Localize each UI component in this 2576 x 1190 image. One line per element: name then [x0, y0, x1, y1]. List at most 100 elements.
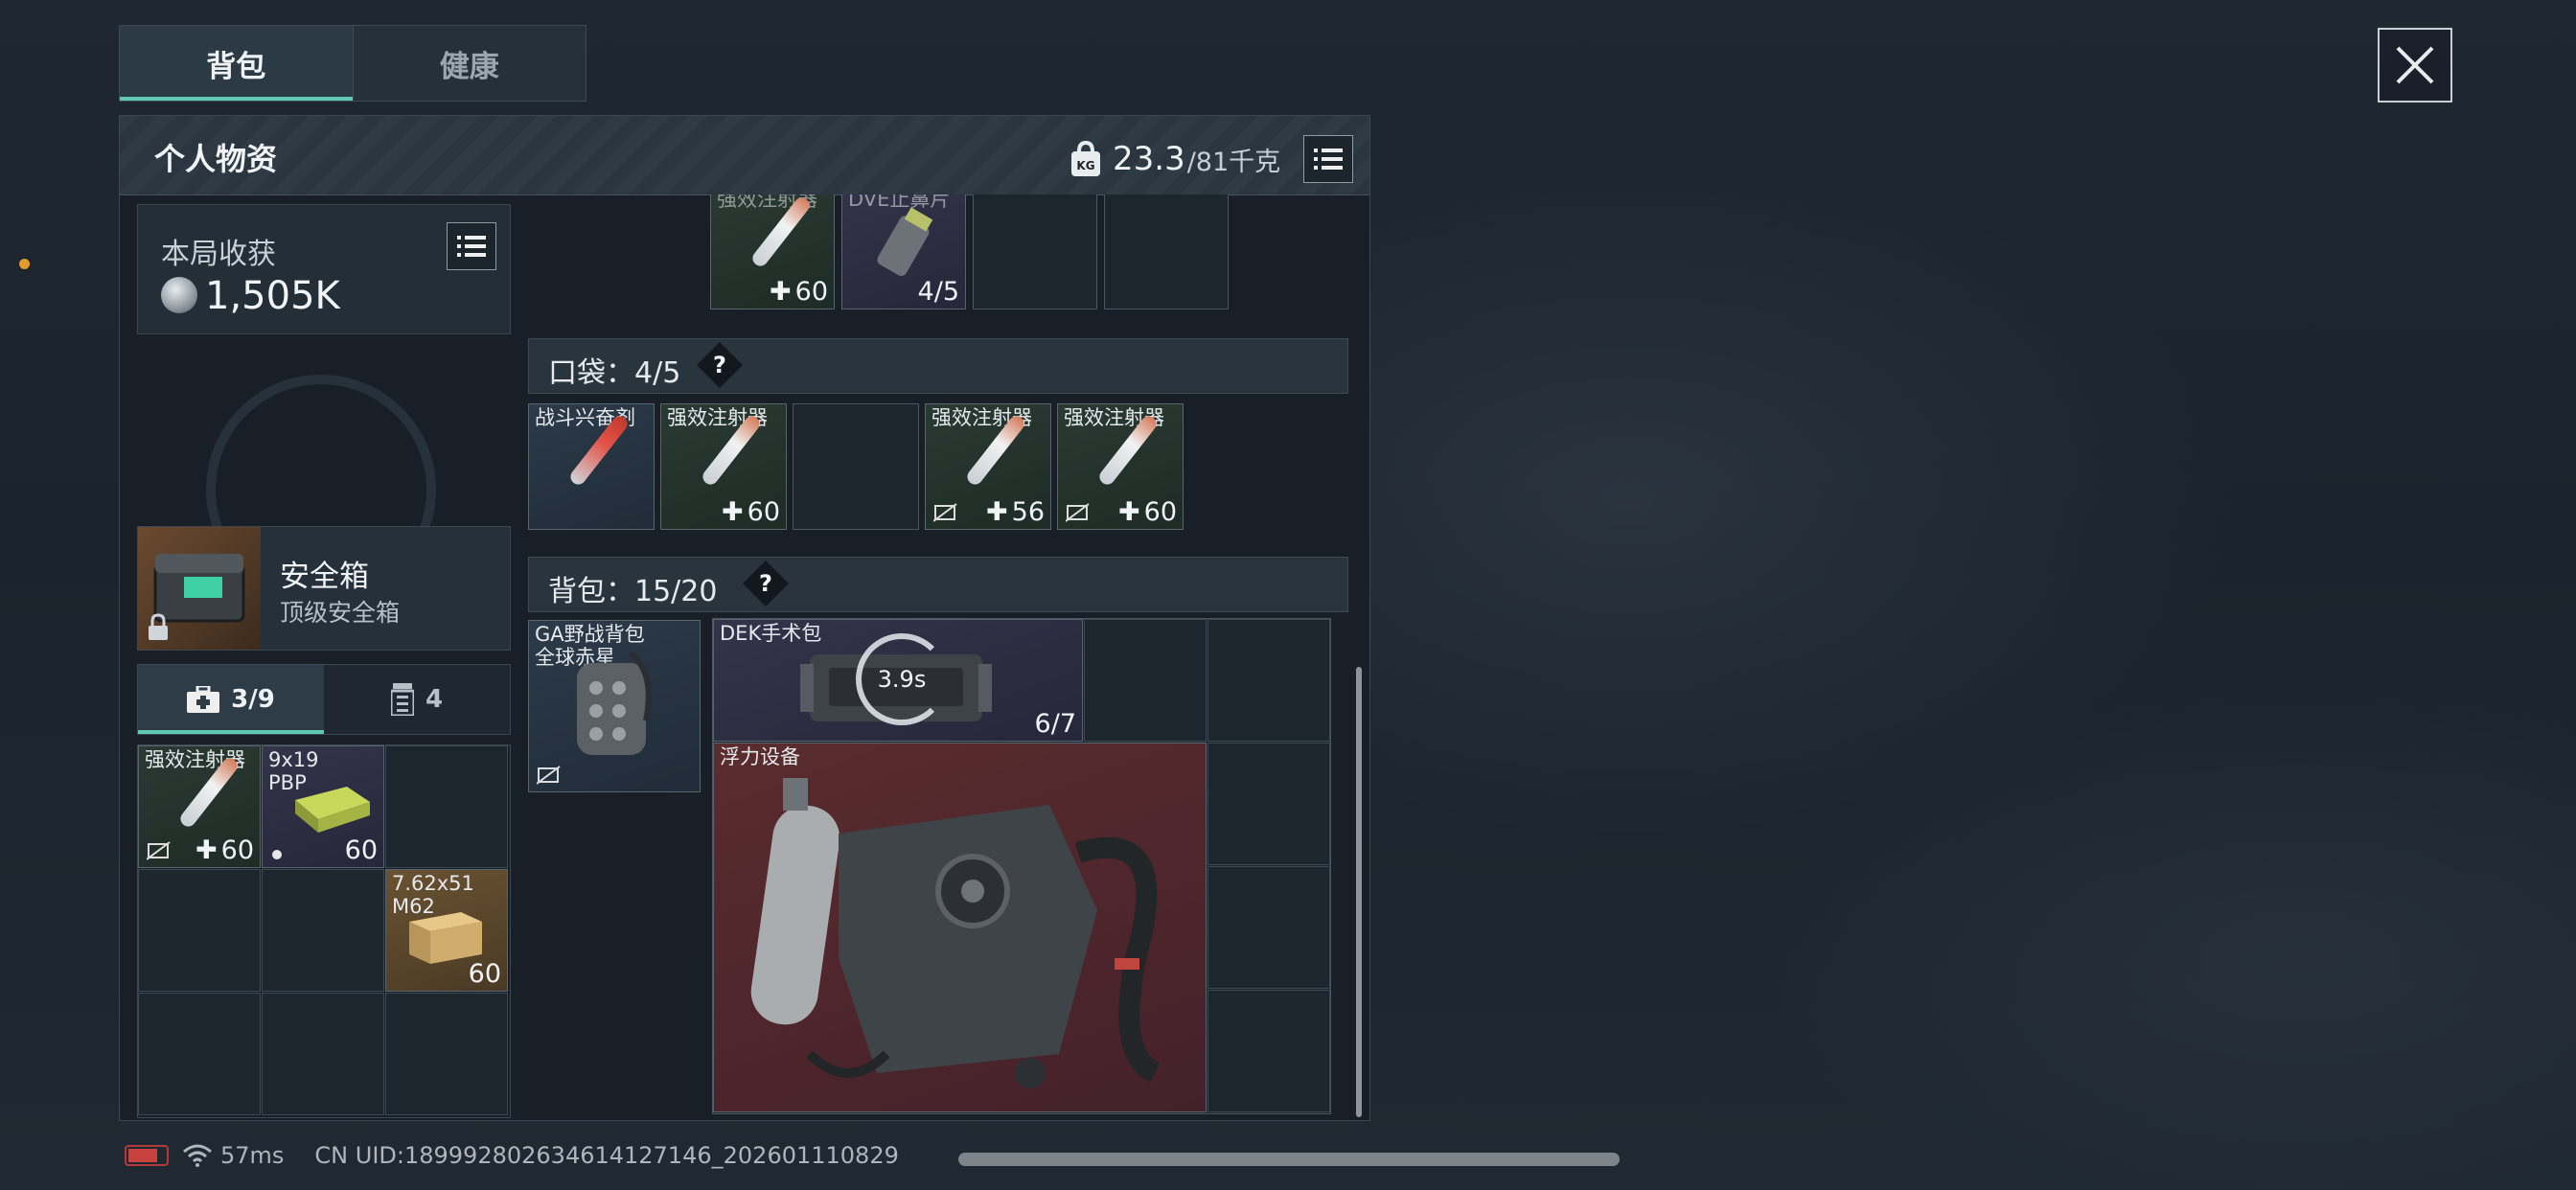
safe-box-subtitle: 顶级安全箱 — [280, 599, 401, 627]
grid-cell[interactable] — [138, 993, 261, 1115]
item-9x19-pbp[interactable]: 9x19 PBP 60 — [262, 745, 384, 868]
grid-cell[interactable] — [1084, 619, 1207, 742]
item-count: 60 — [794, 277, 828, 307]
medkit-icon — [187, 686, 220, 713]
buoyancy-device-icon — [750, 778, 1161, 1088]
grid-cell[interactable] — [1104, 195, 1229, 309]
item-count: 4/5 — [917, 277, 959, 307]
no-drop-icon — [1066, 503, 1090, 522]
help-icon: ? — [713, 351, 726, 378]
backpack-grid: DEK手术包 3.9s 6/7 浮力设备 — [712, 618, 1331, 1114]
canister-icon — [877, 207, 933, 277]
lock-icon — [149, 613, 168, 640]
item-count: 60 — [468, 959, 501, 989]
equipped-backpack-slot[interactable]: GA野战背包 全球赤星 — [528, 620, 701, 792]
pocket-help-button[interactable]: ? — [696, 341, 744, 389]
item-strong-syringe[interactable]: 强效注射器 ✚ 60 — [710, 195, 835, 309]
user-uid: CN UID:18999280263461412714​6_2026011108… — [314, 1142, 899, 1169]
use-timer-text: 3.9s — [877, 666, 927, 693]
grid-cell[interactable] — [1208, 619, 1330, 742]
pocket-grid: 战斗兴奋剂 强效注射器 ✚ 60 强效注射器 ✚ 56 强效注射器 ✚ 60 — [528, 403, 1199, 530]
safe-box-image — [138, 527, 261, 650]
grid-cell[interactable] — [138, 869, 261, 992]
item-count: 60 — [1143, 497, 1177, 527]
grid-cell[interactable] — [973, 195, 1097, 309]
help-icon: ? — [759, 569, 772, 597]
item-762x51-m62[interactable]: 7.62x51 M62 60 — [385, 869, 508, 992]
item-dek-surgery-kit[interactable]: DEK手术包 3.9s 6/7 — [713, 619, 1083, 742]
plus-icon: ✚ — [986, 497, 1008, 527]
coin-icon — [161, 277, 197, 313]
safe-box-tabs: 3/9 4 — [137, 664, 511, 735]
grid-cell[interactable] — [385, 993, 508, 1115]
grid-cell[interactable] — [1208, 866, 1330, 989]
bullet-icon — [272, 850, 282, 859]
inventory-tabs: 背包 健康 — [119, 25, 586, 102]
backpack-help-button[interactable]: ? — [742, 560, 790, 607]
item-combat-stimulant[interactable]: 战斗兴奋剂 — [528, 403, 655, 530]
list-icon — [1314, 149, 1344, 170]
item-strong-syringe[interactable]: 强效注射器 ✚ 60 — [660, 403, 787, 530]
item-count: 60 — [747, 497, 780, 527]
session-loot-label: 本局收获 — [161, 238, 276, 271]
safe-box-slot[interactable]: 安全箱 顶级安全箱 — [137, 526, 511, 651]
panel-title: 个人物资 — [154, 141, 278, 177]
loot-list-button[interactable] — [447, 222, 496, 270]
plus-icon: ✚ — [1118, 497, 1140, 527]
kg-weight-icon: KG — [1071, 140, 1100, 176]
weight-max: /81千克 — [1186, 147, 1281, 177]
item-name: 浮力设备 — [720, 745, 800, 768]
grid-cell[interactable] — [385, 745, 508, 868]
grid-cell[interactable] — [262, 993, 384, 1115]
close-button[interactable] — [2378, 28, 2452, 103]
ammo-crate-icon — [409, 912, 482, 964]
item-buoyancy-device[interactable]: 浮力设备 — [713, 743, 1207, 1112]
system-status-bar: 57ms CN UID:18999280263461412714​6_20260… — [125, 1142, 899, 1169]
weight-indicator: KG 23.3/81千克 — [1069, 135, 1354, 183]
close-icon — [2396, 46, 2434, 84]
ping-value: 57ms — [220, 1142, 285, 1169]
item-count: 60 — [344, 835, 378, 865]
magazine-icon — [390, 683, 414, 716]
session-loot-value: 1,505K — [205, 274, 340, 318]
item-dve-tablet[interactable]: DVE止鼻片 4/5 — [841, 195, 966, 309]
no-drop-icon — [933, 503, 957, 522]
panel-header: 个人物资 KG 23.3/81千克 — [120, 116, 1369, 195]
tab-health[interactable]: 健康 — [352, 26, 586, 101]
plus-icon: ✚ — [722, 497, 744, 527]
backpack-label: 背包：15/20 — [548, 575, 718, 608]
grid-cell[interactable] — [262, 869, 384, 992]
tab-safe-ammo[interactable]: 4 — [324, 665, 510, 734]
sort-list-button[interactable] — [1303, 135, 1354, 183]
no-drop-icon — [147, 841, 171, 860]
session-loot-box: 本局收获 1,505K — [137, 204, 511, 334]
list-icon — [457, 236, 486, 257]
item-strong-syringe[interactable]: 强效注射器 ✚ 60 — [138, 745, 261, 868]
ammo-box-icon — [295, 787, 370, 833]
weight-current: 23.3 — [1113, 140, 1185, 178]
grid-cell[interactable] — [793, 403, 919, 530]
safe-box-grid: 强效注射器 ✚ 60 9x19 PBP 60 7.62x51 M62 60 — [137, 744, 511, 1118]
grid-cell[interactable] — [1208, 990, 1330, 1112]
use-timer-ring: 3.9s — [856, 633, 948, 725]
no-drop-icon — [537, 766, 561, 785]
safe-medical-count: 3/9 — [231, 685, 275, 714]
svg-text:KG: KG — [1076, 159, 1094, 172]
battery-icon — [125, 1145, 169, 1166]
pocket-section-bar: 口袋：4/5 ? — [528, 338, 1348, 394]
safe-box-title: 安全箱 — [280, 560, 369, 594]
item-count: 60 — [220, 835, 254, 865]
tab-backpack[interactable]: 背包 — [120, 26, 353, 101]
wifi-icon — [183, 1144, 212, 1167]
inventory-scrollbar[interactable] — [1356, 667, 1362, 1117]
orange-map-marker — [19, 259, 30, 269]
tab-safe-medical[interactable]: 3/9 — [138, 665, 324, 734]
backpack-icon — [577, 651, 652, 755]
item-strong-syringe[interactable]: 强效注射器 ✚ 56 — [925, 403, 1051, 530]
item-count: 56 — [1011, 497, 1045, 527]
home-indicator[interactable] — [958, 1153, 1620, 1166]
item-strong-syringe[interactable]: 强效注射器 ✚ 60 — [1057, 403, 1184, 530]
backpack-section-bar: 背包：15/20 ? — [528, 557, 1348, 612]
rig-grid: 强效注射器 ✚ 60 DVE止鼻片 4/5 — [710, 195, 1352, 311]
grid-cell[interactable] — [1208, 743, 1330, 865]
